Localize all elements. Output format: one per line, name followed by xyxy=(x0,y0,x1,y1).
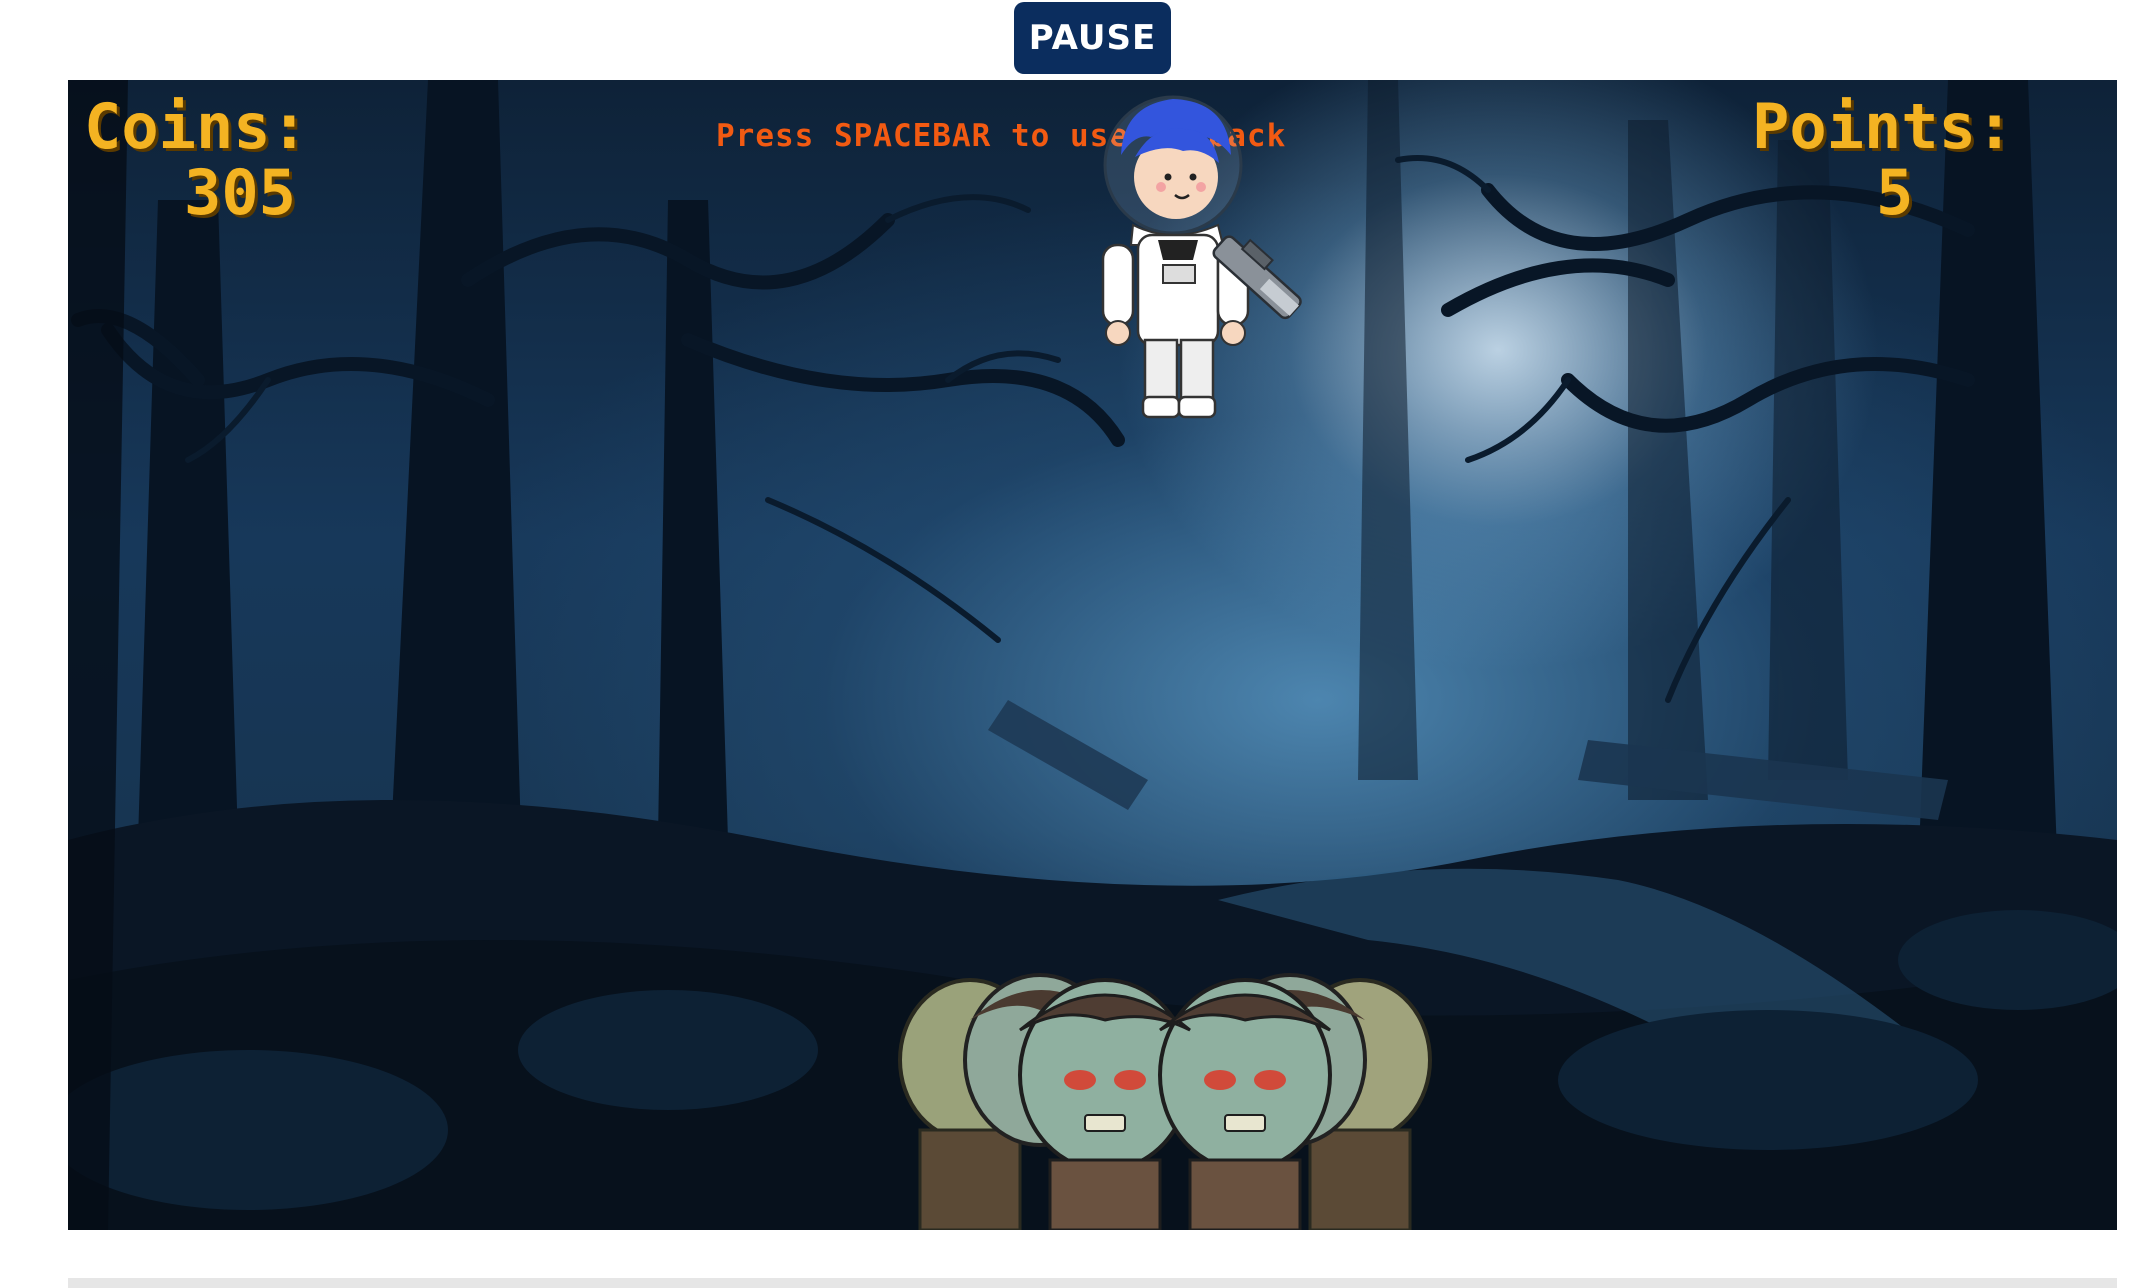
points-label: Points: xyxy=(1752,90,2014,163)
game-canvas[interactable]: Coins: 305 Points: 5 Press SPACEBAR to u… xyxy=(68,80,2117,1230)
astronaut-player-sprite xyxy=(1101,95,1302,419)
points-value: 5 xyxy=(1876,156,1914,229)
pause-button[interactable]: PAUSE xyxy=(1014,2,1171,74)
coins-label: Coins: xyxy=(84,90,308,163)
zombie-horde-sprite xyxy=(898,973,1432,1230)
zombie-front-row xyxy=(1018,978,1332,1230)
page-bottom-strip xyxy=(68,1278,2117,1288)
coins-value: 305 xyxy=(184,156,296,229)
